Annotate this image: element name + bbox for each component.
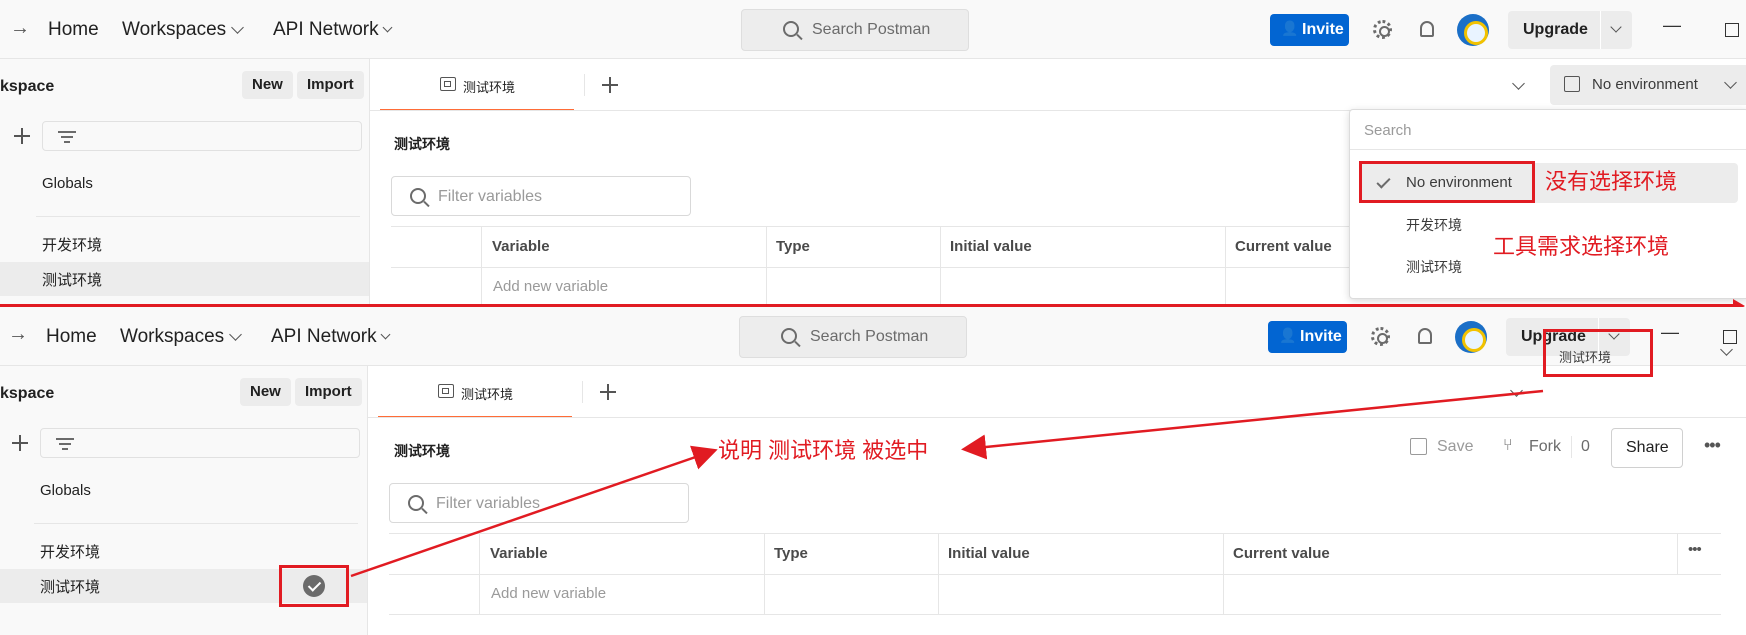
annotation-arrow — [961, 389, 1544, 460]
annotation-arrows — [350, 389, 1544, 578]
annotation-arrow — [350, 445, 718, 578]
